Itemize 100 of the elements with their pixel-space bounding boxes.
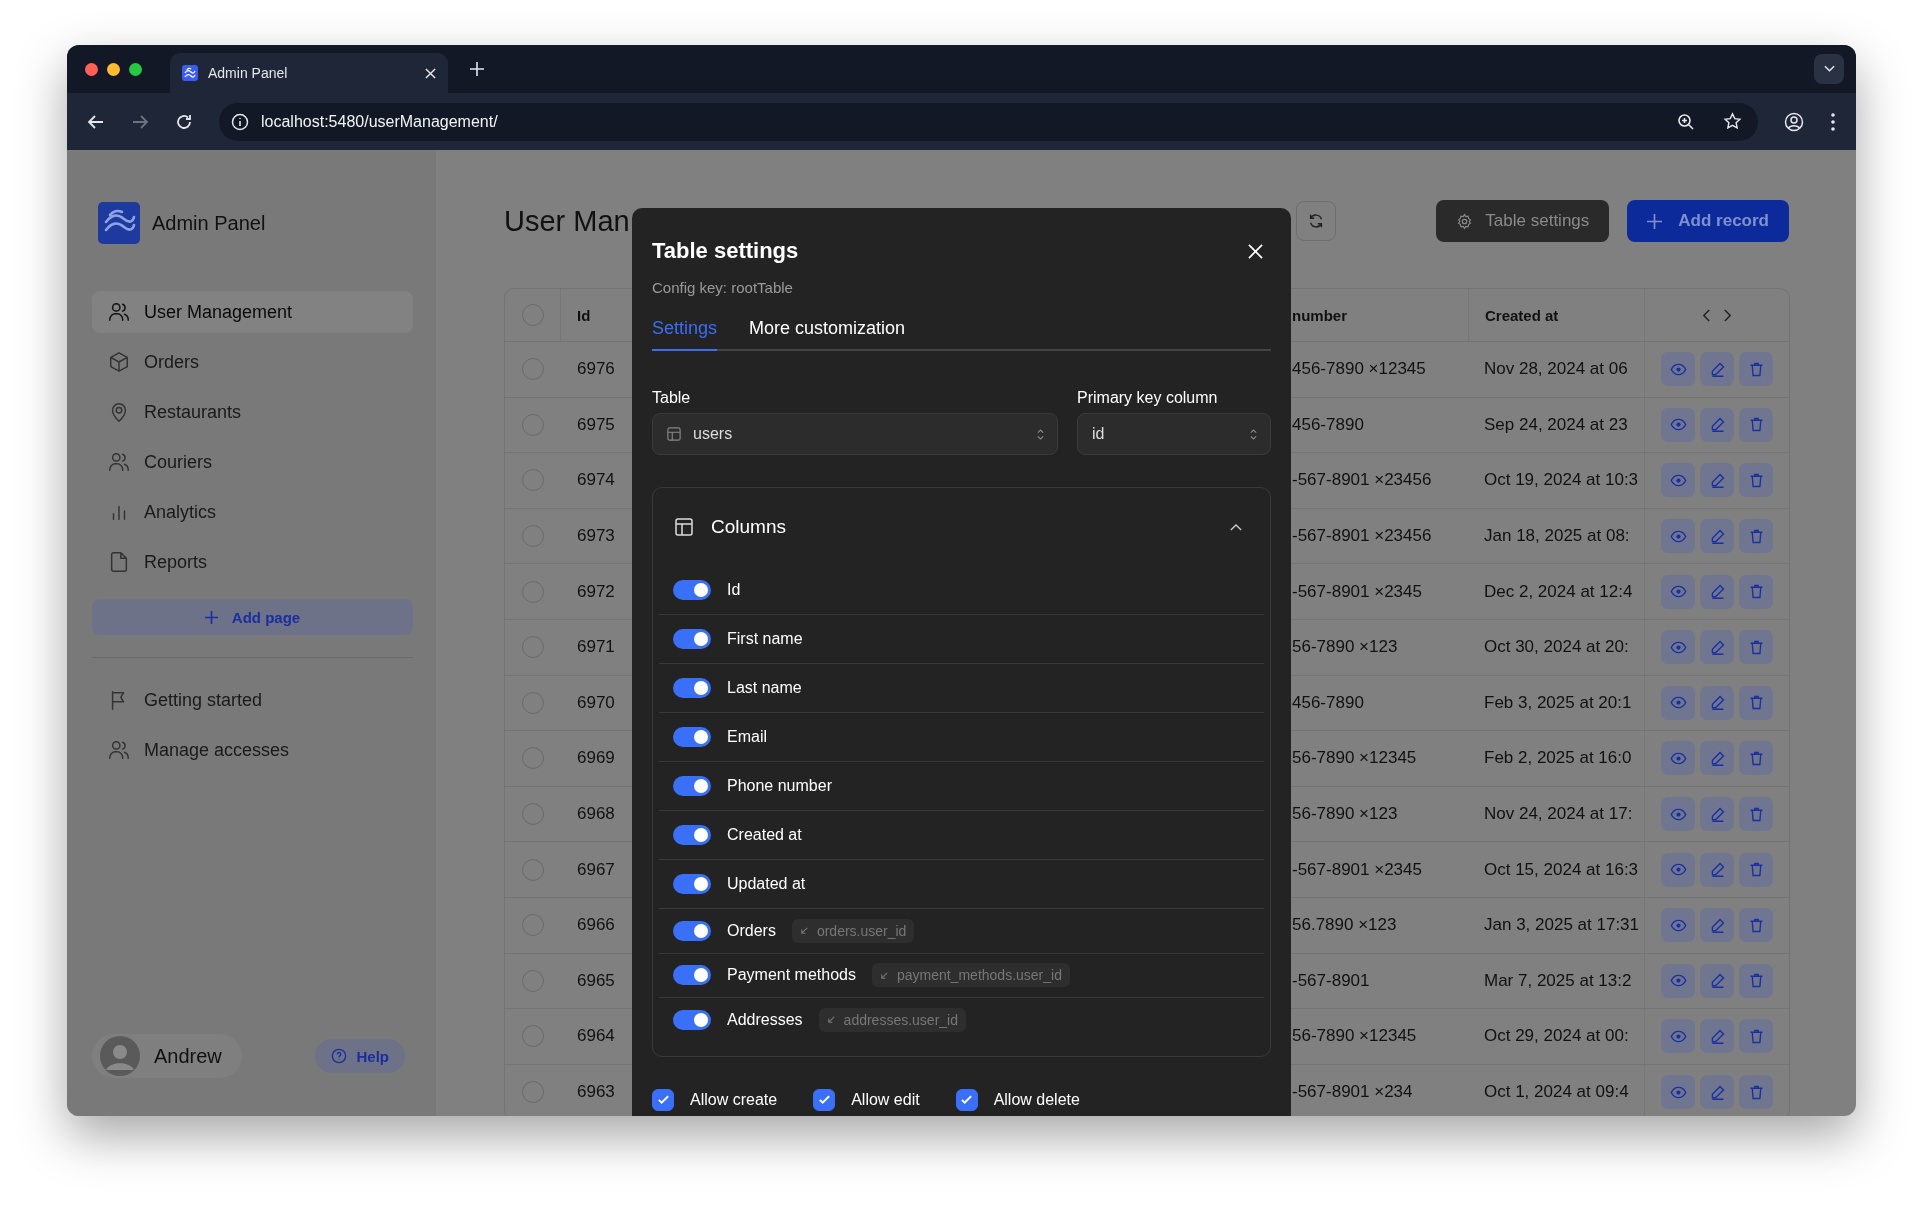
toggle-switch[interactable] (673, 727, 711, 747)
star-icon[interactable] (1723, 112, 1742, 131)
chevron-left-icon[interactable] (1702, 308, 1711, 322)
delete-button[interactable] (1739, 852, 1773, 887)
nav-item[interactable]: Getting started (92, 679, 413, 721)
edit-button[interactable] (1700, 685, 1734, 720)
checkbox[interactable] (652, 1088, 674, 1111)
edit-button[interactable] (1700, 741, 1734, 776)
view-button[interactable] (1661, 1019, 1695, 1054)
address-bar[interactable]: localhost:5480/userManagement/ (219, 102, 1758, 141)
toggle-switch[interactable] (673, 825, 711, 845)
toggle-switch[interactable] (673, 678, 711, 698)
nav-item[interactable]: Analytics (92, 491, 413, 533)
reload-icon[interactable] (175, 112, 193, 131)
delete-button[interactable] (1739, 685, 1773, 720)
columns-header[interactable]: Columns (659, 488, 1264, 566)
edit-button[interactable] (1700, 407, 1734, 442)
nav-item[interactable]: Reports (92, 541, 413, 583)
delete-button[interactable] (1739, 963, 1773, 998)
close-icon[interactable] (425, 67, 436, 79)
toggle-switch[interactable] (673, 965, 711, 986)
view-button[interactable] (1661, 1075, 1695, 1109)
add-record-button[interactable]: Add record (1627, 200, 1789, 242)
delete-button[interactable] (1739, 1019, 1773, 1054)
tab[interactable]: More customization (749, 318, 906, 351)
nav-item[interactable]: Couriers (92, 441, 413, 483)
nav-item[interactable]: Manage accesses (92, 729, 413, 771)
plus-icon[interactable] (470, 62, 484, 76)
toggle-switch[interactable] (673, 629, 711, 649)
edit-button[interactable] (1700, 908, 1734, 943)
edit-button[interactable] (1700, 519, 1734, 554)
help-button[interactable]: Help (315, 1039, 405, 1073)
edit-button[interactable] (1700, 1019, 1734, 1054)
nav-item[interactable]: Restaurants (92, 391, 413, 433)
view-button[interactable] (1661, 574, 1695, 609)
table-settings-button[interactable]: Table settings (1436, 200, 1610, 242)
profile-icon[interactable] (1784, 111, 1804, 132)
toggle-switch[interactable] (673, 580, 711, 600)
user-chip[interactable]: Andrew (92, 1034, 242, 1078)
checkbox[interactable] (813, 1088, 836, 1111)
users-icon (108, 451, 130, 473)
add-page-button[interactable]: Add page (92, 599, 413, 635)
close-window-button[interactable] (85, 62, 98, 76)
view-button[interactable] (1661, 519, 1695, 554)
nav-item[interactable]: Orders (92, 341, 413, 383)
delete-button[interactable] (1739, 797, 1773, 832)
column-name: Created at (727, 826, 802, 844)
table-select[interactable]: users (652, 413, 1058, 455)
column-header[interactable]: number (1292, 306, 1347, 324)
forward-icon[interactable] (131, 112, 149, 131)
more-icon[interactable] (1830, 111, 1836, 132)
delete-button[interactable] (1739, 574, 1773, 609)
view-button[interactable] (1661, 797, 1695, 832)
maximize-window-button[interactable] (129, 62, 142, 76)
edit-button[interactable] (1700, 963, 1734, 998)
view-button[interactable] (1661, 685, 1695, 720)
edit-button[interactable] (1700, 1075, 1734, 1109)
delete-button[interactable] (1739, 1075, 1773, 1109)
primary-key-select[interactable]: id (1077, 413, 1271, 455)
edit-button[interactable] (1700, 797, 1734, 832)
delete-button[interactable] (1739, 908, 1773, 943)
edit-button[interactable] (1700, 463, 1734, 498)
edit-button[interactable] (1700, 574, 1734, 609)
delete-button[interactable] (1739, 630, 1773, 665)
zoom-icon[interactable] (1677, 112, 1695, 131)
delete-button[interactable] (1739, 741, 1773, 776)
edit-button[interactable] (1700, 352, 1734, 387)
checkbox[interactable] (955, 1088, 978, 1111)
toggle-switch[interactable] (673, 776, 711, 796)
view-button[interactable] (1661, 463, 1695, 498)
delete-button[interactable] (1739, 463, 1773, 498)
column-header[interactable]: Created at (1485, 306, 1559, 324)
edit-button[interactable] (1700, 852, 1734, 887)
view-button[interactable] (1661, 352, 1695, 387)
view-button[interactable] (1661, 852, 1695, 887)
view-button[interactable] (1661, 963, 1695, 998)
delete-button[interactable] (1739, 352, 1773, 387)
delete-button[interactable] (1739, 519, 1773, 554)
toggle-switch[interactable] (673, 1009, 711, 1030)
table-cell: 456-7890 (1292, 692, 1364, 712)
delete-button[interactable] (1739, 407, 1773, 442)
view-button[interactable] (1661, 407, 1695, 442)
toggle-switch[interactable] (673, 874, 711, 894)
back-icon[interactable] (87, 112, 105, 131)
tab-menu-button[interactable] (1814, 54, 1844, 84)
chevron-right-icon[interactable] (1723, 308, 1732, 322)
nav-item[interactable]: User Management (92, 291, 413, 333)
refresh-button[interactable] (1296, 201, 1337, 241)
view-button[interactable] (1661, 741, 1695, 776)
minimize-window-button[interactable] (107, 62, 120, 76)
view-button[interactable] (1661, 908, 1695, 943)
view-button[interactable] (1661, 630, 1695, 665)
table-cell: Dec 2, 2024 at 12:4 (1484, 581, 1633, 602)
tab[interactable]: Settings (652, 318, 718, 351)
edit-button[interactable] (1700, 630, 1734, 665)
browser-tab[interactable]: Admin Panel (170, 53, 448, 93)
toggle-switch[interactable] (673, 920, 711, 941)
check-icon (960, 1093, 974, 1106)
info-icon[interactable] (231, 112, 249, 131)
column-header[interactable]: Id (577, 306, 591, 324)
